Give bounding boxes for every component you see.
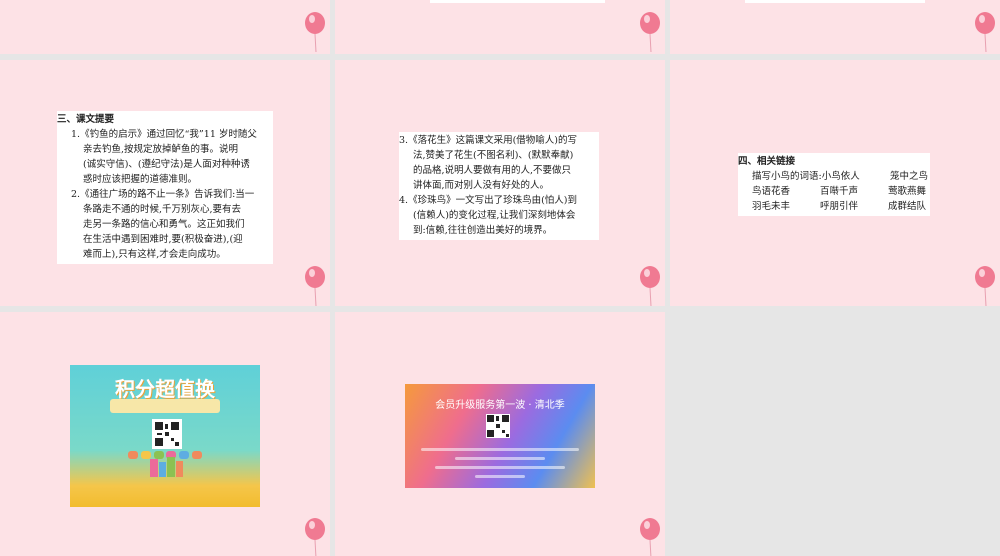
summary-line: (信赖人)的变化过程,让我们深刻地体会 <box>413 210 576 221</box>
balloon-icon <box>640 518 660 556</box>
ad-title: 积分超值换 <box>115 377 215 401</box>
ad-text-line <box>455 457 545 460</box>
word-item: 百啭千声 <box>819 186 858 197</box>
summary-line: 走另一条路的信心和勇气。这正如我们 <box>83 219 245 230</box>
word-item: 鸟语花香 <box>752 186 791 197</box>
balloon-icon <box>305 266 325 306</box>
word-intro: 描写小鸟的词语:小鸟依人 <box>752 171 860 182</box>
ad-text-line <box>475 475 525 478</box>
word-item: 成群结队 <box>887 201 926 212</box>
balloon-icon <box>975 12 995 52</box>
summary-line: 2.《通往广场的路不止一条》告诉我们:当一 <box>71 189 255 200</box>
summary-line: 惑时应该把握的道德准则。 <box>83 174 198 185</box>
summary-line: 难而上),只有这样,才会走向成功。 <box>83 249 226 260</box>
slide-5[interactable]: 3.《落花生》这篇课文采用(借物喻人)的写 法,赞美了花生(不图名利)、(默默奉… <box>335 60 665 306</box>
related-links-card: 四、相关链接 描写小鸟的词语:小鸟依人 笼中之鸟 鸟语花香 百啭千声 莺歌燕舞 … <box>738 153 930 216</box>
summary-line: 讲体面,而对别人没有好处的人。 <box>413 180 550 191</box>
section-heading: 三、课文提要 <box>57 114 115 125</box>
summary-line: 3.《落花生》这篇课文采用(借物喻人)的写 <box>399 135 577 146</box>
ad-title: 会员升级服务第一波 · 清北季 <box>435 400 565 411</box>
membership-upgrade-ad[interactable]: 会员升级服务第一波 · 清北季 <box>405 384 595 488</box>
content-card-edge <box>745 0 925 3</box>
qr-code-icon <box>486 414 510 438</box>
slide-1[interactable] <box>0 0 330 54</box>
balloon-icon <box>305 518 325 556</box>
qr-code-icon <box>152 419 182 449</box>
ad-subtitle-bar <box>110 399 220 413</box>
word-row: 鸟语花香 百啭千声 莺歌燕舞 <box>738 184 930 199</box>
summary-line: (诚实守信)、(遵纪守法)是人面对种种诱 <box>83 159 250 170</box>
word-item: 羽毛未丰 <box>752 201 791 212</box>
balloon-icon <box>975 266 995 306</box>
word-item: 呼朋引伴 <box>819 201 858 212</box>
slide-6[interactable]: 四、相关链接 描写小鸟的词语:小鸟依人 笼中之鸟 鸟语花香 百啭千声 莺歌燕舞 … <box>670 60 1000 306</box>
summary-line: 4.《珍珠鸟》一文写出了珍珠鸟由(怕人)到 <box>399 195 577 206</box>
word-row: 羽毛未丰 呼朋引伴 成群结队 <box>738 199 930 214</box>
ad-text-line <box>435 466 565 469</box>
summary-line: 在生活中遇到困难时,要(积极奋进),(迎 <box>83 234 243 245</box>
lesson-summary-card: 三、课文提要 1.《钓鱼的启示》通过回忆“我”11 岁时随父 亲去钓鱼,按规定放… <box>57 111 273 264</box>
summary-line: 1.《钓鱼的启示》通过回忆“我”11 岁时随父 <box>71 129 257 140</box>
slide-2[interactable] <box>335 0 665 54</box>
summary-line: 亲去钓鱼,按规定放掉鲈鱼的事。说明 <box>83 144 239 155</box>
word-item: 莺歌燕舞 <box>887 186 926 197</box>
balloon-icon <box>305 12 325 52</box>
word-row: 描写小鸟的词语:小鸟依人 笼中之鸟 <box>738 169 930 184</box>
section-heading: 四、相关链接 <box>738 156 796 167</box>
summary-line: 条路走不通的时候,千万别灰心,要有去 <box>83 204 242 215</box>
slide-3[interactable] <box>670 0 1000 54</box>
books-illustration <box>150 457 183 477</box>
summary-line: 法,赞美了花生(不图名利)、(默默奉献) <box>413 150 574 161</box>
content-card-edge <box>430 0 605 3</box>
summary-line: 的品格,说明人要做有用的人,不要做只 <box>413 165 572 176</box>
points-exchange-ad[interactable]: 积分超值换 <box>70 365 260 507</box>
balloon-icon <box>640 266 660 306</box>
balloon-icon <box>640 12 660 52</box>
ad-text-line <box>421 448 579 451</box>
summary-line: 到:信赖,往往创造出美好的境界。 <box>413 225 553 236</box>
lesson-summary-card: 3.《落花生》这篇课文采用(借物喻人)的写 法,赞美了花生(不图名利)、(默默奉… <box>399 132 599 240</box>
word-item: 笼中之鸟 <box>889 171 928 182</box>
slide-4[interactable]: 三、课文提要 1.《钓鱼的启示》通过回忆“我”11 岁时随父 亲去钓鱼,按规定放… <box>0 60 330 306</box>
